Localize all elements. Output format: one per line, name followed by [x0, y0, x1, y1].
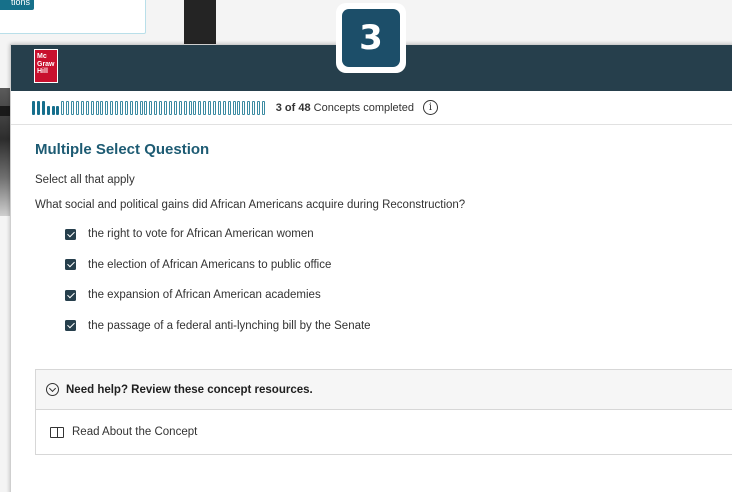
progress-tick [203, 100, 207, 115]
progress-tick [164, 100, 168, 115]
answer-option-label: the right to vote for African American w… [88, 228, 314, 241]
help-item-label: Read About the Concept [72, 426, 198, 438]
checked-checkbox-icon[interactable] [65, 320, 76, 332]
progress-tick [95, 100, 99, 115]
progress-tick [61, 100, 65, 115]
progress-tick [120, 100, 124, 115]
progress-tick [124, 100, 128, 115]
progress-tick [144, 100, 148, 115]
progress-tick [139, 100, 143, 115]
progress-tick [227, 100, 231, 115]
background-card-button: tions [0, 0, 34, 10]
progress-tick [212, 100, 216, 115]
progress-tick [256, 100, 260, 115]
progress-suffix: Concepts completed [313, 101, 414, 114]
logo-line: Mc [37, 53, 47, 60]
checked-checkbox-icon[interactable] [65, 228, 76, 240]
question-area: Multiple Select Question Select all that… [11, 141, 732, 341]
step-number: 3 [342, 9, 400, 67]
progress-tick [80, 100, 84, 115]
checked-checkbox-icon[interactable] [65, 289, 76, 301]
progress-tick [36, 100, 40, 115]
progress-tick [71, 100, 75, 115]
answer-option-label: the passage of a federal anti-lynching b… [88, 319, 371, 332]
progress-tick [32, 100, 35, 115]
help-panel: Need help? Review these concept resource… [35, 369, 732, 455]
progress-tick [261, 100, 265, 115]
progress-tick [193, 100, 197, 115]
help-heading: Need help? Review these concept resource… [66, 383, 313, 396]
logo-line: Graw [37, 60, 55, 68]
progress-row: 3 of 48 Concepts completed i [11, 91, 732, 125]
checked-checkbox-icon[interactable] [65, 259, 76, 271]
progress-tick [129, 100, 133, 115]
progress-tick [76, 100, 80, 115]
question-prompt: What social and political gains did Afri… [35, 199, 466, 211]
question-instruction: Select all that apply [35, 174, 135, 186]
progress-tick [105, 100, 109, 115]
progress-text: 3 of 48 Concepts completed [276, 102, 414, 114]
app-window: Mc Graw Hill 3 of 48 Concepts completed … [10, 44, 732, 492]
progress-tick [188, 100, 192, 115]
progress-tick [173, 100, 177, 115]
progress-tick [208, 100, 212, 115]
progress-tick [247, 100, 251, 115]
progress-count: 3 of 48 [275, 101, 311, 114]
progress-tick [51, 105, 55, 115]
answer-options: the right to vote for African American w… [35, 219, 732, 341]
help-toggle[interactable]: Need help? Review these concept resource… [36, 370, 732, 410]
progress-tick [41, 100, 45, 115]
book-icon [50, 426, 64, 438]
progress-tick [237, 100, 241, 115]
progress-tick [110, 100, 114, 115]
progress-tick [90, 100, 94, 115]
info-icon[interactable]: i [422, 100, 438, 115]
progress-tick [149, 100, 153, 115]
progress-tick [56, 105, 60, 115]
answer-option[interactable]: the passage of a federal anti-lynching b… [65, 311, 732, 342]
logo-line: Hill [37, 68, 48, 75]
progress-bar [32, 100, 267, 115]
answer-option[interactable]: the expansion of African American academ… [65, 280, 732, 311]
progress-tick [66, 100, 70, 115]
progress-tick [134, 100, 138, 115]
progress-tick [46, 105, 50, 115]
progress-tick [252, 100, 256, 115]
background-strip-dark [0, 106, 10, 116]
progress-tick [183, 100, 187, 115]
read-about-concept-link[interactable]: Read About the Concept [36, 410, 732, 454]
progress-tick [85, 100, 89, 115]
chevron-down-icon [46, 383, 59, 396]
mcgraw-hill-logo: Mc Graw Hill [34, 49, 58, 83]
progress-tick [115, 100, 119, 115]
progress-tick [217, 100, 221, 115]
answer-option[interactable]: the election of African Americans to pub… [65, 250, 732, 281]
step-number-badge: 3 [336, 3, 406, 73]
progress-tick [178, 100, 182, 115]
question-type-heading: Multiple Select Question [35, 141, 210, 158]
progress-tick [222, 100, 226, 115]
answer-option-label: the expansion of African American academ… [88, 289, 321, 302]
progress-tick [159, 100, 163, 115]
progress-tick [232, 100, 236, 115]
answer-option[interactable]: the right to vote for African American w… [65, 219, 732, 250]
progress-tick [242, 100, 246, 115]
progress-tick [100, 100, 104, 115]
progress-tick [198, 100, 202, 115]
progress-tick [154, 100, 158, 115]
progress-tick [168, 100, 172, 115]
answer-option-label: the election of African Americans to pub… [88, 258, 332, 271]
